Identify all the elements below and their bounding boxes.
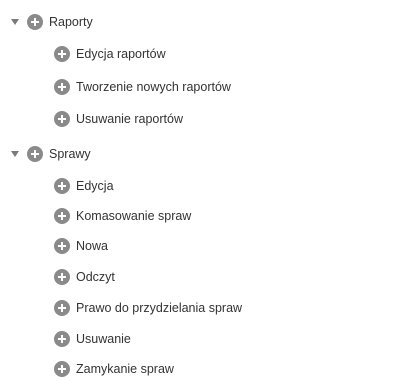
tree-leaf-label: Nowa	[76, 239, 108, 253]
tree-leaf-nowa[interactable]: Nowa	[54, 235, 108, 257]
tree-leaf-label: Edycja raportów	[76, 47, 166, 61]
tree-leaf-label: Odczyt	[76, 270, 115, 284]
plus-circle-icon[interactable]	[54, 111, 70, 127]
plus-circle-icon[interactable]	[54, 79, 70, 95]
plus-circle-icon[interactable]	[54, 300, 70, 316]
tree-leaf-label: Edycja	[76, 179, 114, 193]
plus-circle-icon[interactable]	[54, 46, 70, 62]
tree-leaf-usuwanie[interactable]: Usuwanie	[54, 328, 131, 350]
tree-leaf-komasowanie-spraw[interactable]: Komasowanie spraw	[54, 205, 191, 227]
tree-node-label: Sprawy	[49, 147, 91, 161]
tree-node-sprawy[interactable]: Sprawy	[11, 143, 91, 165]
plus-circle-icon[interactable]	[27, 146, 43, 162]
tree-leaf-edycja-raportow[interactable]: Edycja raportów	[54, 43, 166, 65]
tree-leaf-edycja[interactable]: Edycja	[54, 175, 114, 197]
tree-leaf-label: Komasowanie spraw	[76, 209, 192, 223]
permissions-tree: Raporty Edycja raportów Tworzenie nowych…	[0, 0, 400, 381]
tree-leaf-label: Prawo do przydzielania spraw	[76, 301, 243, 315]
tree-node-raporty[interactable]: Raporty	[11, 11, 93, 33]
tree-leaf-prawo-do-przydzielania-spraw[interactable]: Prawo do przydzielania spraw	[54, 297, 242, 319]
tree-leaf-label: Usuwanie raportów	[76, 112, 183, 126]
plus-circle-icon[interactable]	[54, 361, 70, 377]
tree-leaf-odczyt[interactable]: Odczyt	[54, 266, 115, 288]
tree-leaf-zamykanie-spraw[interactable]: Zamykanie spraw	[54, 358, 174, 380]
tree-node-label: Raporty	[49, 15, 93, 29]
tree-leaf-label: Zamykanie spraw	[76, 362, 174, 376]
plus-circle-icon[interactable]	[54, 238, 70, 254]
plus-circle-icon[interactable]	[27, 14, 43, 30]
tree-leaf-usuwanie-raportow[interactable]: Usuwanie raportów	[54, 108, 183, 130]
tree-leaf-tworzenie-nowych-raportow[interactable]: Tworzenie nowych raportów	[54, 76, 231, 98]
plus-circle-icon[interactable]	[54, 178, 70, 194]
caret-down-icon[interactable]	[11, 19, 19, 25]
plus-circle-icon[interactable]	[54, 208, 70, 224]
plus-circle-icon[interactable]	[54, 269, 70, 285]
caret-down-icon[interactable]	[11, 151, 19, 157]
plus-circle-icon[interactable]	[54, 331, 70, 347]
tree-leaf-label: Usuwanie	[76, 332, 131, 346]
tree-leaf-label: Tworzenie nowych raportów	[76, 80, 231, 94]
